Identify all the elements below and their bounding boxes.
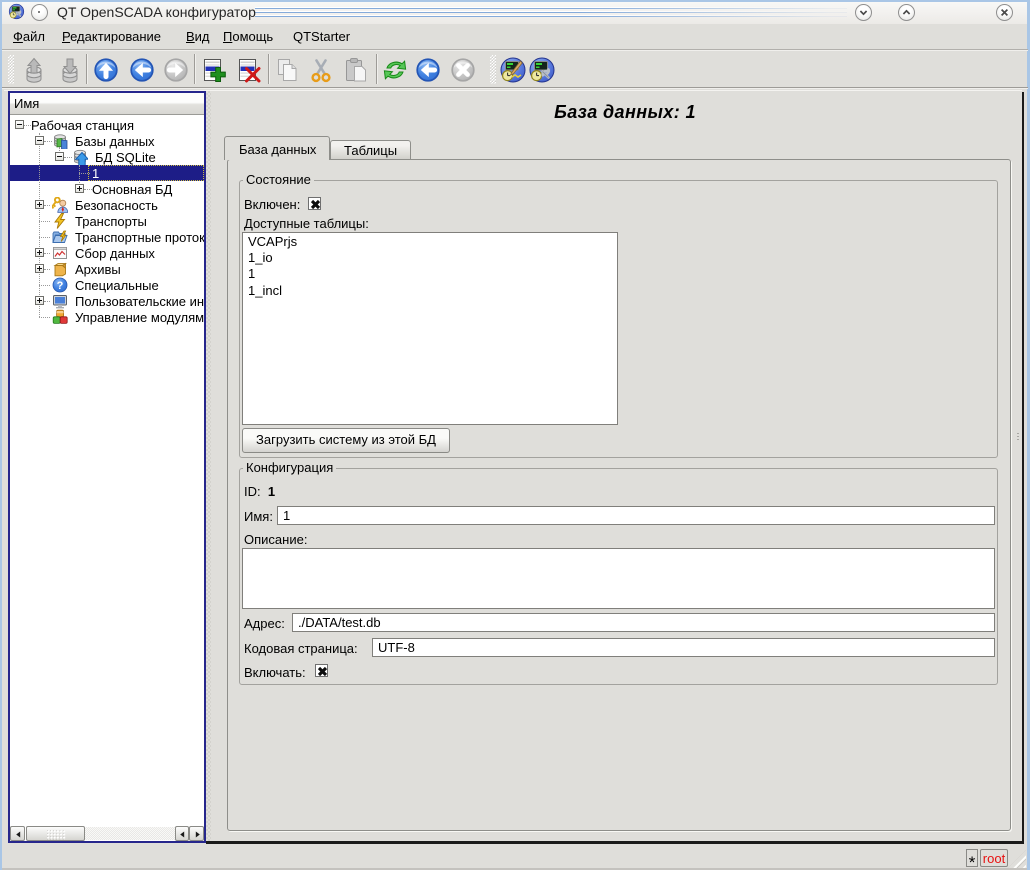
svg-text:?: ? <box>57 280 64 292</box>
